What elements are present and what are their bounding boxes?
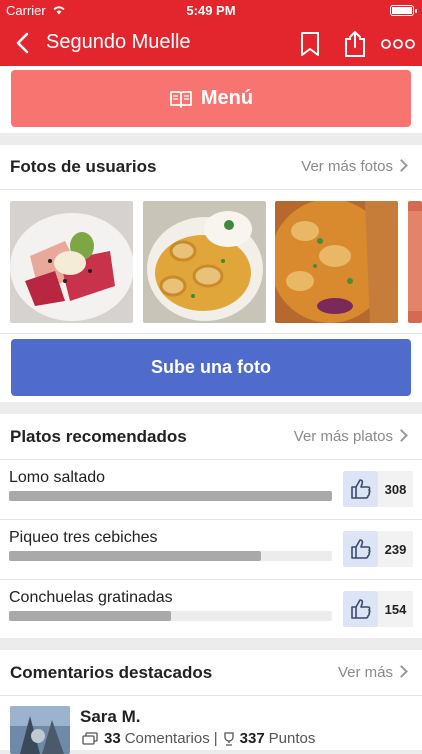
menu-button[interactable]: Menú — [11, 70, 411, 127]
battery-icon — [390, 5, 417, 16]
chevron-right-icon — [395, 429, 408, 442]
featured-comments-title: Comentarios destacados — [10, 663, 213, 682]
chevron-right-icon — [395, 159, 408, 172]
status-bar: Carrier 5:49 PM — [0, 0, 422, 22]
dish-name: Conchuelas gratinadas — [9, 589, 173, 606]
divider — [0, 579, 422, 580]
more-options-icon[interactable] — [381, 30, 415, 58]
dish-rating-bar-fill — [9, 491, 332, 501]
bookmark-icon[interactable] — [298, 30, 324, 58]
upload-photo-button[interactable]: Sube una foto — [11, 339, 411, 396]
vote-count: 308 — [378, 471, 413, 507]
dish-rating-bar — [9, 551, 332, 561]
thumbs-up-icon[interactable] — [343, 471, 378, 507]
dish-vote[interactable]: 154 — [343, 591, 413, 627]
back-chevron-icon[interactable] — [12, 31, 34, 55]
dish-rating-bar-fill — [9, 551, 261, 561]
comments-icon — [82, 731, 98, 745]
clock: 5:49 PM — [186, 3, 236, 18]
dish-vote[interactable]: 239 — [343, 531, 413, 567]
user-photo[interactable] — [275, 201, 398, 323]
recommended-dishes-title: Platos recomendados — [10, 427, 187, 446]
dish-name: Lomo saltado — [9, 469, 106, 486]
comments-label: Comentarios — [124, 730, 210, 747]
avatar[interactable] — [10, 706, 70, 754]
more-comments-label: Ver más — [337, 664, 393, 681]
vote-count: 239 — [378, 531, 413, 567]
user-photos-title: Fotos de usuarios — [10, 157, 157, 176]
divider — [0, 459, 422, 460]
points-count: 337 — [239, 730, 265, 747]
more-dishes-link[interactable]: Ver más platos — [293, 428, 408, 445]
points-label: Puntos — [268, 730, 316, 747]
more-photos-label: Ver más fotos — [301, 158, 393, 175]
dish-rating-bar — [9, 611, 332, 621]
restaurant-title: Segundo Muelle — [46, 31, 191, 53]
user-stats: 33 Comentarios | 337 Puntos — [82, 730, 315, 747]
divider — [0, 519, 422, 520]
dish-rating-bar — [9, 491, 332, 501]
stats-separator: | — [213, 730, 218, 747]
thumbs-up-icon[interactable] — [343, 591, 378, 627]
divider — [0, 695, 422, 696]
divider — [0, 333, 422, 334]
user-photo[interactable] — [143, 201, 266, 323]
dish-vote[interactable]: 308 — [343, 471, 413, 507]
navigation-bar: Segundo Muelle — [0, 22, 422, 66]
comments-count: 33 — [104, 730, 121, 747]
divider — [0, 189, 422, 190]
trophy-icon — [223, 731, 234, 746]
more-comments-link[interactable]: Ver más — [337, 664, 408, 681]
user-name[interactable]: Sara M. — [80, 707, 140, 727]
share-icon[interactable] — [342, 30, 368, 58]
user-photo[interactable] — [408, 201, 422, 323]
dish-rating-bar-fill — [9, 611, 171, 621]
more-dishes-label: Ver más platos — [293, 428, 393, 445]
menu-button-label: Menú — [200, 87, 254, 109]
vote-count: 154 — [378, 591, 413, 627]
book-icon — [169, 90, 192, 108]
user-photo[interactable] — [10, 201, 133, 323]
thumbs-up-icon[interactable] — [343, 531, 378, 567]
dish-name: Piqueo tres cebiches — [9, 529, 158, 546]
chevron-right-icon — [395, 665, 408, 678]
more-photos-link[interactable]: Ver más fotos — [301, 158, 408, 175]
